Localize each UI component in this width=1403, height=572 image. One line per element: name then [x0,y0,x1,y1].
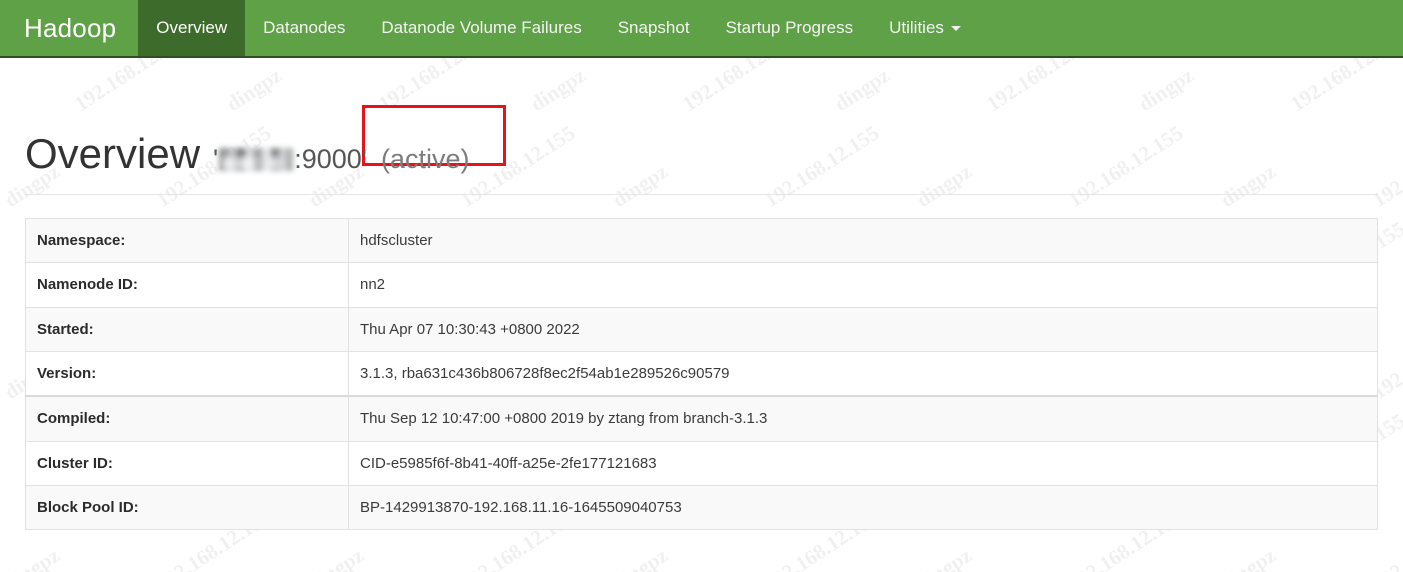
chevron-down-icon [950,25,961,31]
ha-status-badge: (active) [380,144,470,174]
page-title: Overview ':9000 ' (active) [25,58,1378,177]
row-value-version: 3.1.3, rba631c436b806728f8ec2f54ab1e2895… [348,351,1378,397]
nav-item-utilities[interactable]: Utilities [871,0,979,56]
table-row: Version: 3.1.3, rba631c436b806728f8ec2f5… [25,351,1378,397]
brand-hadoop[interactable]: Hadoop [0,0,138,56]
namenode-address-quote-open: ' [213,144,219,174]
row-value-namenode-id: nn2 [348,262,1378,308]
nav-menu: Overview Datanodes Datanode Volume Failu… [138,0,979,56]
top-navbar: Hadoop Overview Datanodes Datanode Volum… [0,0,1403,58]
namenode-address-quote-close: ' [361,144,367,174]
watermark-text: dingpz [0,542,64,572]
table-row: Cluster ID: CID-e5985f6f-8b41-40ff-a25e-… [25,440,1378,486]
nav-item-startup-progress[interactable]: Startup Progress [708,0,872,56]
table-row: Started: Thu Apr 07 10:30:43 +0800 2022 [25,306,1378,352]
namenode-host-redacted [219,148,294,171]
nav-item-snapshot[interactable]: Snapshot [600,0,708,56]
row-key-version: Version: [25,351,349,397]
watermark-text: dingpz [304,542,368,572]
namenode-address: ':9000 ' [213,144,367,175]
nav-item-overview[interactable]: Overview [138,0,246,56]
watermark-text: dingpz [912,542,976,572]
row-key-namespace: Namespace: [25,218,349,263]
row-key-compiled: Compiled: [25,395,349,442]
nav-link-snapshot[interactable]: Snapshot [600,0,708,56]
table-row: Compiled: Thu Sep 12 10:47:00 +0800 2019… [25,395,1378,442]
table-row: Namespace: hdfscluster [25,218,1378,263]
nav-link-datanodes[interactable]: Datanodes [245,0,363,56]
row-value-block-pool-id: BP-1429913870-192.168.11.16-164550904075… [348,484,1378,531]
overview-info-table: Namespace: hdfscluster Namenode ID: nn2 … [25,218,1378,531]
namenode-port: :9000 [294,144,362,174]
row-value-namespace: hdfscluster [348,218,1378,263]
row-value-compiled: Thu Sep 12 10:47:00 +0800 2019 by ztang … [348,395,1378,442]
table-row: Namenode ID: nn2 [25,262,1378,308]
nav-item-datanodes[interactable]: Datanodes [245,0,363,56]
row-value-started: Thu Apr 07 10:30:43 +0800 2022 [348,306,1378,352]
nav-link-utilities-label: Utilities [889,18,944,37]
nav-link-overview[interactable]: Overview [138,0,246,56]
nav-item-datanode-volume-failures[interactable]: Datanode Volume Failures [363,0,599,56]
ha-status-wrapper: (active) [361,105,506,177]
overview-table-body: Namespace: hdfscluster Namenode ID: nn2 … [25,218,1378,531]
main-content: Overview ':9000 ' (active) Namespace: hdf… [0,58,1403,531]
page-title-text: Overview [25,130,201,177]
title-divider [25,194,1378,196]
row-key-block-pool-id: Block Pool ID: [25,484,349,531]
nav-link-startup-progress[interactable]: Startup Progress [708,0,872,56]
watermark-text: dingpz [1216,542,1280,572]
row-value-cluster-id: CID-e5985f6f-8b41-40ff-a25e-2fe177121683 [348,440,1378,486]
nav-link-datanode-volume-failures[interactable]: Datanode Volume Failures [363,0,599,56]
watermark-text: dingpz [608,542,672,572]
nav-link-utilities[interactable]: Utilities [871,0,979,56]
row-key-started: Started: [25,306,349,352]
row-key-cluster-id: Cluster ID: [25,440,349,486]
row-key-namenode-id: Namenode ID: [25,262,349,308]
table-row: Block Pool ID: BP-1429913870-192.168.11.… [25,484,1378,531]
